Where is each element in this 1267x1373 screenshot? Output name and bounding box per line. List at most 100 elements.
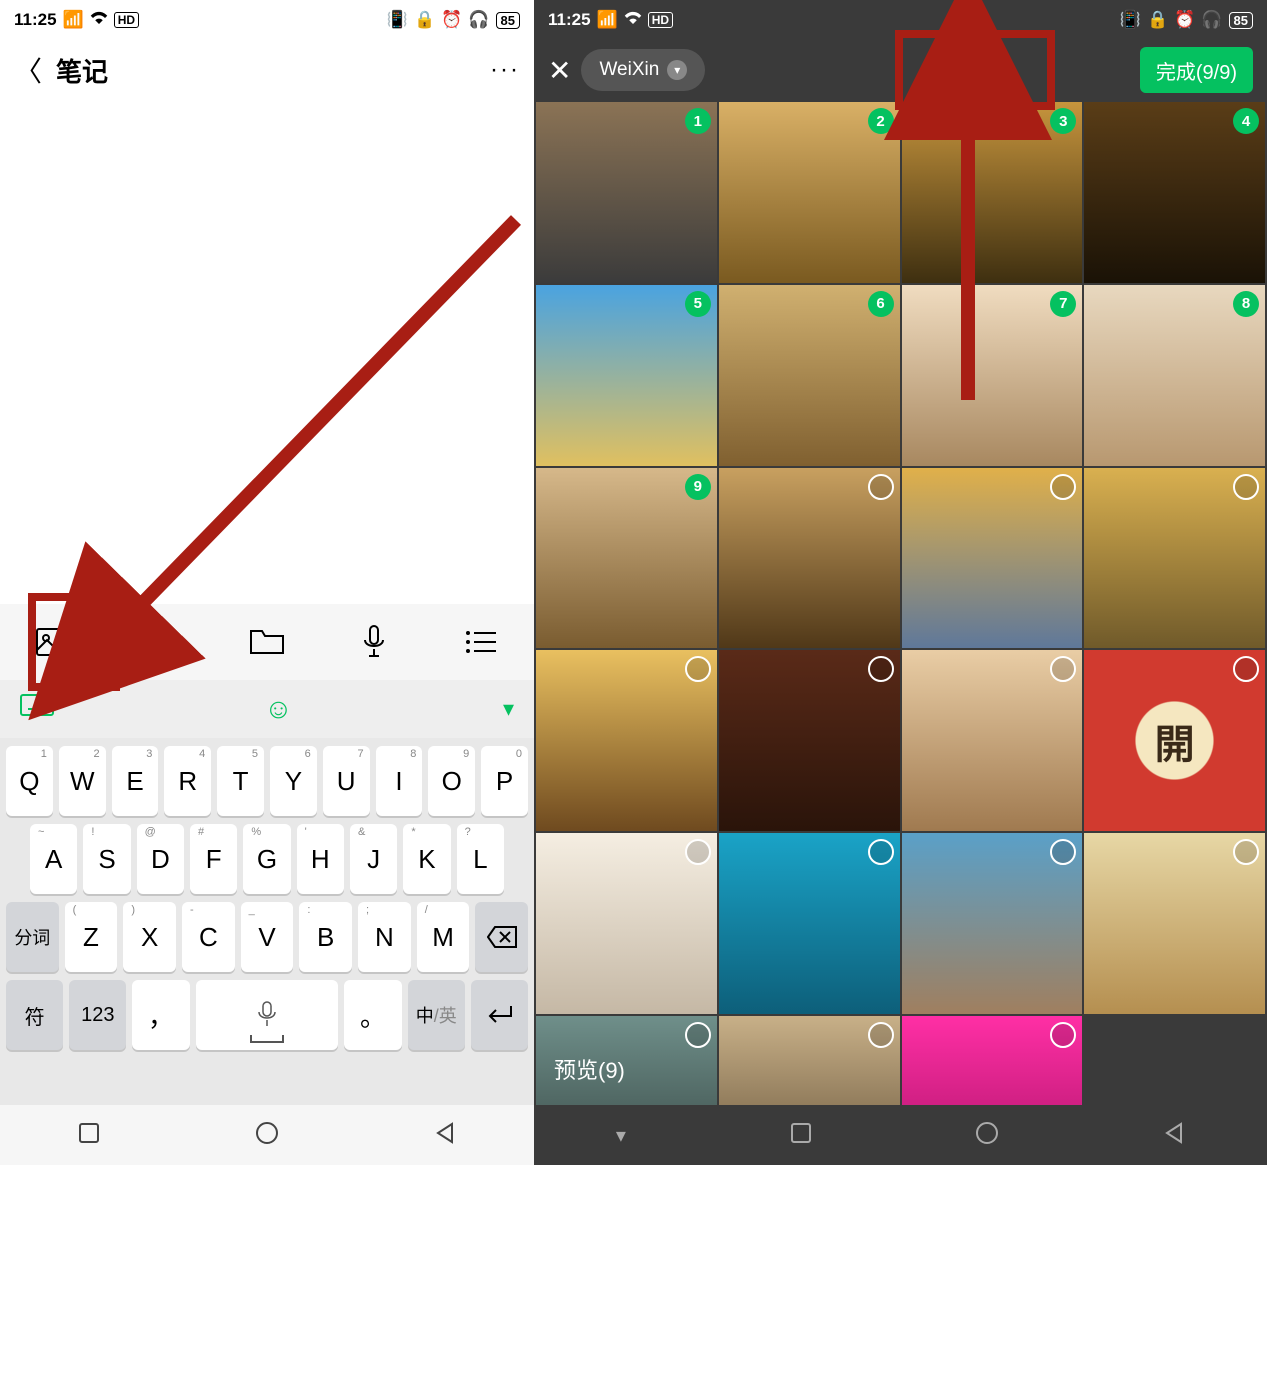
- emoji-icon[interactable]: ☺: [264, 693, 293, 725]
- photo-cell[interactable]: 6: [719, 285, 900, 466]
- hd-icon: HD: [648, 12, 673, 28]
- location-icon[interactable]: [142, 624, 178, 660]
- key-V[interactable]: _V: [241, 902, 294, 972]
- key-L[interactable]: ?L: [457, 824, 504, 894]
- collapse-keyboard-icon[interactable]: ▾: [503, 696, 514, 722]
- keyboard-toggle-icon[interactable]: [20, 694, 54, 725]
- photo-cell[interactable]: [536, 833, 717, 1014]
- key-R[interactable]: 4R: [164, 746, 211, 816]
- key-W[interactable]: 2W: [59, 746, 106, 816]
- nav-down-icon[interactable]: ▾: [616, 1123, 626, 1148]
- photo-cell[interactable]: 2: [719, 102, 900, 283]
- note-editor[interactable]: [0, 100, 534, 600]
- note-toolbar: [0, 604, 534, 680]
- photo-cell[interactable]: 開: [1084, 650, 1265, 831]
- key-，[interactable]: ，: [132, 980, 189, 1050]
- key-A[interactable]: ~A: [30, 824, 77, 894]
- key-X[interactable]: )X: [123, 902, 176, 972]
- key-M[interactable]: /M: [417, 902, 470, 972]
- nav-bar: ▾: [534, 1105, 1267, 1165]
- photo-cell[interactable]: [902, 833, 1083, 1014]
- photo-cell[interactable]: 3: [902, 102, 1083, 283]
- key-P[interactable]: 0P: [481, 746, 528, 816]
- folder-icon[interactable]: [249, 624, 285, 660]
- photo-cell[interactable]: [719, 468, 900, 649]
- nav-back-icon[interactable]: [1163, 1122, 1185, 1149]
- battery-text: 85: [1229, 12, 1253, 29]
- key-J[interactable]: &J: [350, 824, 397, 894]
- key-Q[interactable]: 1Q: [6, 746, 53, 816]
- selection-circle[interactable]: [685, 656, 711, 682]
- phone-left: 11:25 📶 HD 📳 🔒 ⏰ 🎧 85 〈 笔记 ···: [0, 0, 534, 1165]
- photo-cell[interactable]: 8: [1084, 285, 1265, 466]
- photo-cell[interactable]: [1084, 468, 1265, 649]
- key-。[interactable]: 。: [344, 980, 401, 1050]
- key-K[interactable]: *K: [403, 824, 450, 894]
- selection-circle[interactable]: [1050, 474, 1076, 500]
- selection-badge[interactable]: 7: [1050, 291, 1076, 317]
- keyboard: 1Q2W3E4R5T6Y7U8I9O0P ~A!S@D#F%G'H&J*K?L …: [0, 738, 534, 1105]
- key-G[interactable]: %G: [243, 824, 290, 894]
- selection-circle[interactable]: [868, 656, 894, 682]
- selection-badge[interactable]: 6: [868, 291, 894, 317]
- image-icon[interactable]: [35, 624, 71, 660]
- close-icon[interactable]: ✕: [548, 54, 571, 87]
- nav-home-icon[interactable]: [255, 1121, 279, 1150]
- nav-home-icon[interactable]: [975, 1121, 999, 1150]
- photo-cell[interactable]: 5: [536, 285, 717, 466]
- list-icon[interactable]: [463, 624, 499, 660]
- key-分词[interactable]: 分词: [6, 902, 59, 972]
- nav-recent-icon[interactable]: [78, 1122, 100, 1149]
- key-O[interactable]: 9O: [428, 746, 475, 816]
- key-space[interactable]: [196, 980, 339, 1050]
- selection-badge[interactable]: 8: [1233, 291, 1259, 317]
- selection-circle[interactable]: [868, 474, 894, 500]
- key-T[interactable]: 5T: [217, 746, 264, 816]
- photo-cell[interactable]: [719, 833, 900, 1014]
- key-符[interactable]: 符: [6, 980, 63, 1050]
- nav-recent-icon[interactable]: [790, 1122, 812, 1149]
- preview-bar[interactable]: 预览(9): [534, 1033, 1267, 1105]
- key-lang[interactable]: 中/英: [408, 980, 465, 1050]
- photo-cell[interactable]: [719, 650, 900, 831]
- key-E[interactable]: 3E: [112, 746, 159, 816]
- key-U[interactable]: 7U: [323, 746, 370, 816]
- key-enter[interactable]: [471, 980, 528, 1050]
- photo-cell[interactable]: 4: [1084, 102, 1265, 283]
- key-H[interactable]: 'H: [297, 824, 344, 894]
- key-Z[interactable]: (Z: [65, 902, 118, 972]
- photo-cell[interactable]: [902, 468, 1083, 649]
- microphone-icon[interactable]: [356, 624, 392, 660]
- photo-cell[interactable]: [1084, 833, 1265, 1014]
- key-123[interactable]: 123: [69, 980, 126, 1050]
- photo-cell[interactable]: 9: [536, 468, 717, 649]
- photo-cell[interactable]: 7: [902, 285, 1083, 466]
- photo-cell[interactable]: [536, 650, 717, 831]
- photo-cell[interactable]: [902, 650, 1083, 831]
- key-N[interactable]: ;N: [358, 902, 411, 972]
- selection-badge[interactable]: 1: [685, 108, 711, 134]
- key-S[interactable]: !S: [83, 824, 130, 894]
- key-B[interactable]: :B: [299, 902, 352, 972]
- key-F[interactable]: #F: [190, 824, 237, 894]
- key-backspace[interactable]: [475, 902, 528, 972]
- key-D[interactable]: @D: [137, 824, 184, 894]
- done-button[interactable]: 完成(9/9): [1140, 47, 1253, 93]
- selection-circle[interactable]: [868, 839, 894, 865]
- more-icon[interactable]: ···: [490, 56, 520, 84]
- selection-badge[interactable]: 2: [868, 108, 894, 134]
- key-C[interactable]: -C: [182, 902, 235, 972]
- selection-badge[interactable]: 5: [685, 291, 711, 317]
- back-icon[interactable]: 〈: [14, 50, 42, 90]
- selection-badge[interactable]: 4: [1233, 108, 1259, 134]
- photo-cell[interactable]: 1: [536, 102, 717, 283]
- nav-back-icon[interactable]: [434, 1122, 456, 1149]
- key-I[interactable]: 8I: [376, 746, 423, 816]
- album-selector[interactable]: WeiXin ▾: [581, 49, 705, 91]
- key-Y[interactable]: 6Y: [270, 746, 317, 816]
- selection-circle[interactable]: [1233, 474, 1259, 500]
- selection-circle[interactable]: [685, 839, 711, 865]
- selection-badge[interactable]: 9: [685, 474, 711, 500]
- album-name: WeiXin: [599, 59, 659, 81]
- selection-circle[interactable]: [1233, 839, 1259, 865]
